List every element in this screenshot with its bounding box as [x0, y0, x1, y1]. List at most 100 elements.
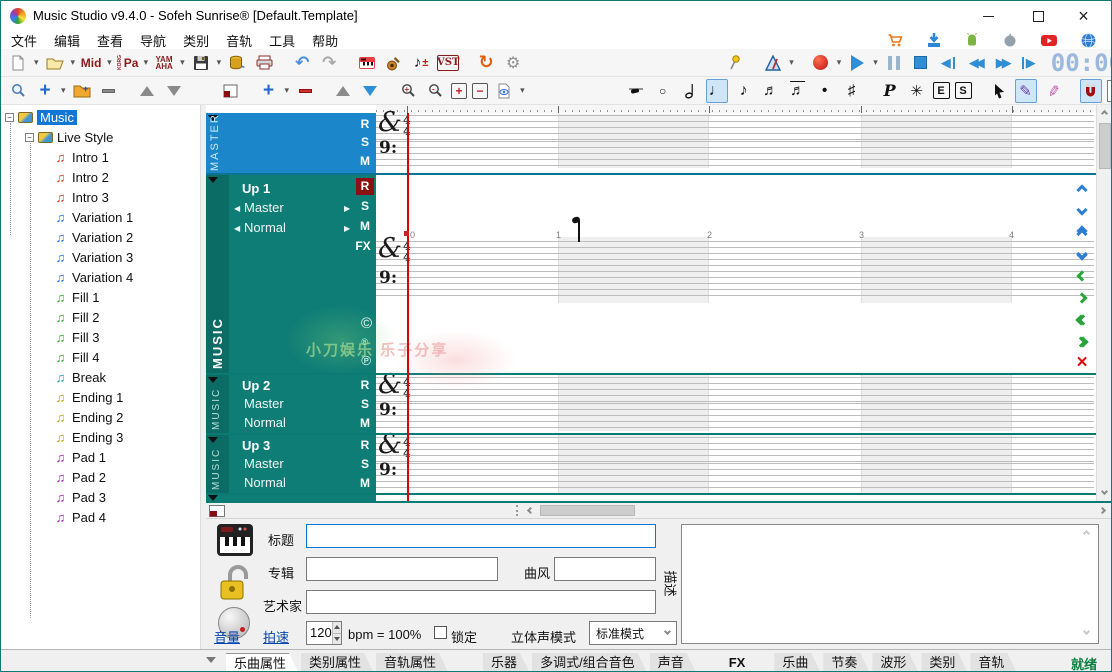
clip-region-icon[interactable]	[209, 505, 225, 517]
view-options-button[interactable]	[493, 79, 515, 103]
title-input[interactable]	[306, 524, 656, 548]
settings-gear-icon[interactable]: ⚙	[502, 51, 524, 75]
move-category-up-button[interactable]	[136, 79, 158, 103]
nudge-right-button[interactable]	[1071, 288, 1093, 308]
tree-item-ending-1[interactable]: ♫Ending 1	[53, 388, 123, 407]
description-textarea[interactable]	[681, 524, 1099, 644]
tempo-value[interactable]: 120	[307, 622, 332, 644]
tree-item-fill-3[interactable]: ♫Fill 3	[53, 328, 99, 347]
transpose-button[interactable]: ♪±	[410, 51, 432, 75]
horizontal-scroll-thumb[interactable]	[540, 505, 635, 516]
pedal-button[interactable]: P	[879, 79, 901, 103]
metronome-button[interactable]	[762, 51, 784, 75]
open-file-dropdown[interactable]: ▾	[71, 57, 76, 68]
stop-button[interactable]	[910, 51, 932, 75]
import-korg-dropdown[interactable]: ▾	[144, 57, 149, 68]
minimize-button[interactable]	[966, 1, 1011, 31]
play-button[interactable]	[846, 51, 868, 75]
track-record-button[interactable]: R	[356, 178, 374, 195]
search-button[interactable]	[7, 79, 29, 103]
tab-rhythm[interactable]: 节奏	[823, 653, 869, 672]
tree-item-music[interactable]: −Music	[5, 108, 77, 127]
track-fx-button[interactable]: FX	[352, 238, 374, 255]
jump-start-button[interactable]	[1071, 310, 1093, 330]
refresh-button[interactable]: ↻	[475, 51, 497, 75]
tree-item-intro-1[interactable]: ♫Intro 1	[53, 148, 109, 167]
menu-track[interactable]: 音轨	[226, 31, 252, 50]
eighth-note-button[interactable]: ♪	[733, 79, 755, 103]
fast-forward-button[interactable]: ▶▶	[991, 51, 1013, 75]
step-back-button[interactable]: ◀	[937, 51, 959, 75]
metronome-dropdown[interactable]: ▾	[789, 57, 794, 68]
import-yamaha-dropdown[interactable]: ▾	[180, 57, 185, 68]
track-mode[interactable]: Normal	[244, 220, 286, 235]
tab-track[interactable]: 音轨	[970, 653, 1016, 672]
open-file-button[interactable]	[44, 51, 66, 75]
tree-item-pad-2[interactable]: ♫Pad 2	[53, 468, 106, 487]
volume-link[interactable]: 音量	[214, 627, 240, 646]
track-solo-button[interactable]: S	[356, 396, 374, 413]
playhead-line[interactable]	[407, 113, 409, 501]
move-track-up-button[interactable]	[332, 79, 354, 103]
tree-item-ending-2[interactable]: ♫Ending 2	[53, 408, 123, 427]
nudge-left-button[interactable]	[1071, 266, 1093, 286]
unlock-icon[interactable]	[218, 563, 252, 605]
scroll-left-button[interactable]	[528, 508, 533, 513]
description-scroll-down-icon[interactable]	[1084, 629, 1089, 634]
remove-category-button[interactable]	[98, 79, 120, 103]
move-track-down-button[interactable]	[359, 79, 381, 103]
rest-duration-button[interactable]	[625, 79, 647, 103]
tree-item-fill-4[interactable]: ♫Fill 4	[53, 348, 99, 367]
sixteenth-note-button[interactable]: ♬	[760, 79, 782, 103]
track-up2-header[interactable]: MUSIC Up 2 Master Normal R S M	[206, 375, 376, 433]
half-note-button[interactable]	[679, 79, 701, 103]
track-record-button[interactable]: R	[356, 437, 374, 454]
move-note-down-button[interactable]	[1071, 202, 1093, 222]
android-icon[interactable]	[964, 32, 980, 48]
menu-help[interactable]: 帮助	[312, 31, 338, 50]
add-category-dropdown[interactable]: ▾	[61, 85, 66, 96]
menu-file[interactable]: 文件	[11, 31, 37, 50]
close-button[interactable]: ×	[1061, 1, 1106, 31]
track-mute-button[interactable]: M	[356, 475, 374, 492]
save-button[interactable]	[190, 51, 212, 75]
print-button[interactable]	[253, 51, 275, 75]
record-dropdown[interactable]: ▾	[837, 57, 842, 68]
thirtysecond-note-button[interactable]: ♬	[787, 79, 809, 103]
tree-item-pad-3[interactable]: ♫Pad 3	[53, 488, 106, 507]
scroll-down-button[interactable]	[1102, 489, 1107, 494]
import-korg-button[interactable]: KORGPa	[117, 51, 139, 75]
tempo-link[interactable]: 拍速	[263, 627, 289, 646]
collapse-box-icon[interactable]: −	[25, 133, 34, 142]
master-record-button[interactable]: R	[356, 116, 374, 133]
add-track-dropdown[interactable]: ▾	[285, 85, 290, 96]
import-midi-button[interactable]: Mid	[80, 51, 102, 75]
tree-item-variation-1[interactable]: ♫Variation 1	[53, 208, 133, 227]
master-solo-button[interactable]: S	[356, 134, 374, 151]
move-octave-up-button[interactable]	[1071, 222, 1093, 242]
apple-icon[interactable]	[1002, 32, 1018, 48]
tab-waveform[interactable]: 波形	[872, 653, 918, 672]
scroll-right-button[interactable]	[1100, 508, 1105, 513]
guitar-panel-button[interactable]	[383, 51, 405, 75]
microphone-button[interactable]	[724, 51, 746, 75]
zoom-in-button[interactable]: +	[397, 79, 419, 103]
expand-rows-button[interactable]: +	[451, 83, 467, 99]
tempo-up-button[interactable]	[333, 622, 341, 633]
track-panel-button[interactable]	[220, 79, 242, 103]
tab-category-properties[interactable]: 类别属性	[301, 653, 373, 672]
undo-button[interactable]: ↶	[291, 51, 313, 75]
tab-fx[interactable]: FX	[721, 653, 758, 672]
tab-category[interactable]: 类别	[921, 653, 967, 672]
scroll-up-button[interactable]	[1102, 111, 1107, 116]
menu-category[interactable]: 类别	[183, 31, 209, 50]
pencil-tool-button[interactable]: ✎	[1015, 79, 1037, 103]
track-mute-button[interactable]: M	[356, 415, 374, 432]
jump-end-button[interactable]	[1071, 332, 1093, 352]
move-note-up-button[interactable]	[1071, 180, 1093, 200]
play-dropdown[interactable]: ▾	[873, 57, 878, 68]
sharp-button[interactable]: ♯	[841, 79, 863, 103]
snap-value-select[interactable]: ♪ 1/8	[1107, 80, 1112, 102]
tab-multimode[interactable]: 多调式/组合音色	[532, 653, 647, 672]
track-collapse-icon[interactable]	[208, 177, 218, 183]
